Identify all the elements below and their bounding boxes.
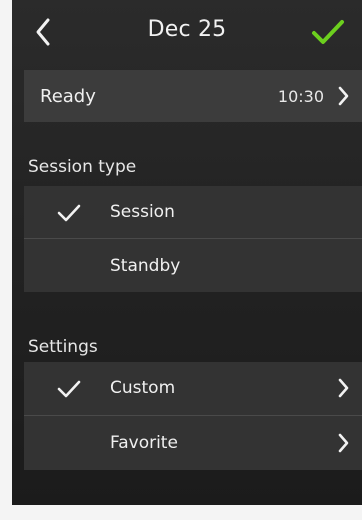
option-favorite[interactable]: Favorite bbox=[24, 417, 362, 469]
header-bar: Dec 25 bbox=[12, 0, 362, 66]
divider bbox=[24, 238, 362, 239]
ready-row[interactable]: Ready 10:30 bbox=[24, 70, 362, 122]
chevron-right-icon bbox=[338, 86, 349, 106]
chevron-right-icon bbox=[338, 378, 349, 398]
option-custom[interactable]: Custom bbox=[24, 362, 362, 414]
confirm-button[interactable] bbox=[308, 14, 348, 50]
divider bbox=[24, 415, 362, 416]
check-icon bbox=[57, 204, 81, 222]
chevron-right-icon bbox=[338, 433, 349, 453]
ready-time-value: 10:30 bbox=[277, 87, 324, 106]
settings-group: Custom Favorite bbox=[24, 362, 362, 470]
session-type-title: Session type bbox=[28, 157, 137, 177]
option-session-label: Session bbox=[110, 202, 175, 222]
option-standby[interactable]: Standby bbox=[24, 240, 362, 292]
ready-label: Ready bbox=[40, 86, 96, 107]
check-icon bbox=[312, 20, 344, 44]
settings-title: Settings bbox=[28, 337, 98, 357]
app-screen: Dec 25 Ready 10:30 Session type Session … bbox=[12, 0, 362, 505]
option-standby-label: Standby bbox=[110, 256, 181, 276]
session-type-group: Session Standby bbox=[24, 186, 362, 292]
option-custom-label: Custom bbox=[110, 378, 176, 398]
option-favorite-label: Favorite bbox=[110, 433, 178, 453]
option-session[interactable]: Session bbox=[24, 186, 362, 238]
check-icon bbox=[57, 380, 81, 398]
